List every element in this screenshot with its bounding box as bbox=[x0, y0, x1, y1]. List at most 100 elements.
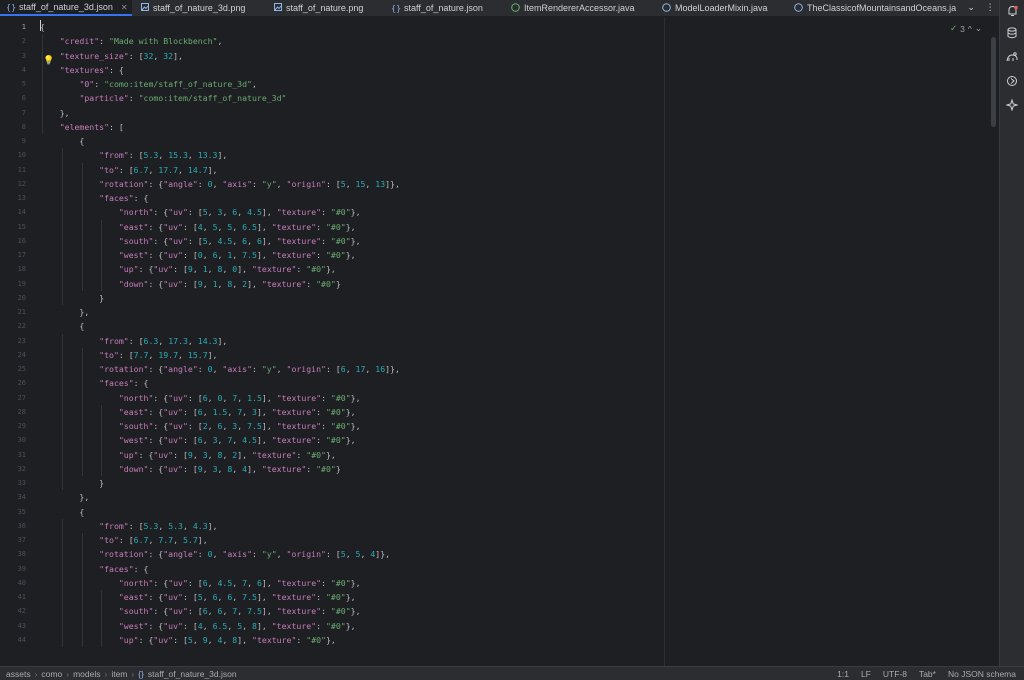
json-key: "textures" bbox=[59, 64, 110, 75]
code-line: { bbox=[40, 134, 84, 148]
code-punctuation: , bbox=[232, 463, 243, 474]
code-punctuation: : { bbox=[148, 221, 164, 232]
code-punctuation: : bbox=[296, 264, 307, 275]
code-line: "north": {"uv": [6, 4.5, 7, 6], "texture… bbox=[40, 576, 361, 590]
code-punctuation bbox=[40, 207, 119, 217]
editor-tab-bar: {} staff_of_nature_3d.json ✕ staff_of_na… bbox=[0, 0, 1000, 17]
code-punctuation: , bbox=[232, 592, 243, 602]
breadcrumb-item-models[interactable]: models bbox=[73, 669, 100, 679]
line-ending[interactable]: LF bbox=[861, 669, 871, 679]
ai-assistant-icon[interactable] bbox=[1005, 98, 1019, 112]
json-string: "#0" bbox=[330, 235, 351, 246]
code-line: "faces": { bbox=[40, 562, 148, 576]
code-punctuation: , bbox=[207, 392, 218, 403]
file-encoding[interactable]: UTF-8 bbox=[883, 669, 907, 679]
tab-staff-of-nature-json[interactable]: {} staff_of_nature.json bbox=[391, 0, 483, 16]
json-number: 7.5 bbox=[247, 606, 262, 617]
code-punctuation: ], bbox=[256, 250, 272, 260]
json-key: "north" bbox=[118, 392, 154, 403]
code-punctuation: : [ bbox=[118, 535, 134, 545]
chevron-down-icon[interactable]: ⌄ bbox=[967, 3, 975, 13]
json-number: 4.5 bbox=[217, 577, 233, 588]
code-punctuation: , bbox=[148, 164, 159, 175]
indent-setting[interactable]: Tab* bbox=[919, 669, 936, 679]
code-punctuation: ], bbox=[207, 164, 218, 175]
code-punctuation: : [ bbox=[173, 264, 188, 275]
inspection-widget[interactable]: ✓ 3 ^ ⌄ bbox=[950, 23, 982, 34]
json-key: "rotation" bbox=[99, 549, 149, 560]
chevron-up-icon[interactable]: ^ bbox=[968, 24, 972, 34]
tab-staff-of-nature-png[interactable]: staff_of_nature.png bbox=[273, 0, 363, 16]
code-punctuation: : { bbox=[133, 378, 149, 389]
json-number: 1.5 bbox=[247, 392, 262, 403]
tab-label: TheClassicofMountainsandOceans.ja bbox=[807, 3, 957, 13]
tab-staff-of-nature-3d-png[interactable]: staff_of_nature_3d.png bbox=[140, 0, 245, 16]
json-schema-selector[interactable]: No JSON schema bbox=[948, 669, 1016, 679]
json-key: "particle" bbox=[79, 93, 129, 104]
gradle-icon[interactable] bbox=[1005, 50, 1019, 64]
line-number: 26 bbox=[17, 379, 26, 388]
code-punctuation: }, bbox=[345, 406, 356, 417]
code-line: "rotation": {"angle": 0, "axis": "y", "o… bbox=[40, 362, 400, 376]
caret-position[interactable]: 1:1 bbox=[837, 669, 849, 679]
code-punctuation bbox=[40, 122, 60, 132]
tab-model-loader-mixin[interactable]: ModelLoaderMixin.java bbox=[662, 0, 768, 16]
tab-label: staff_of_nature.png bbox=[286, 3, 364, 13]
code-punctuation bbox=[40, 450, 119, 460]
code-punctuation: : { bbox=[153, 577, 169, 588]
code-line: "faces": { bbox=[40, 191, 148, 205]
lightbulb-icon[interactable]: 💡 bbox=[43, 56, 54, 66]
code-punctuation: : bbox=[316, 250, 326, 260]
json-number: 17 bbox=[355, 364, 366, 374]
json-number: 13 bbox=[375, 178, 386, 189]
json-key: "uv" bbox=[168, 235, 188, 246]
more-vertical-icon[interactable]: ⋮ bbox=[986, 3, 995, 13]
code-punctuation: : [ bbox=[182, 250, 198, 260]
tab-item-renderer-accessor[interactable]: ItemRendererAccessor.java bbox=[511, 0, 635, 16]
notifications-icon[interactable] bbox=[1005, 4, 1019, 18]
code-punctuation: , bbox=[365, 364, 376, 374]
code-punctuation bbox=[40, 564, 99, 574]
vertical-scrollbar[interactable] bbox=[991, 37, 996, 127]
line-number: 43 bbox=[17, 621, 26, 630]
services-icon[interactable] bbox=[1005, 74, 1019, 88]
line-number: 20 bbox=[17, 293, 26, 302]
code-line: } bbox=[40, 476, 104, 490]
breadcrumb-item-item[interactable]: item bbox=[111, 669, 127, 679]
database-icon[interactable] bbox=[1005, 26, 1019, 40]
code-punctuation: ], bbox=[256, 406, 272, 417]
json-key: "angle" bbox=[163, 178, 198, 189]
code-punctuation: : bbox=[306, 278, 317, 289]
code-punctuation: : [ bbox=[173, 634, 188, 645]
json-key: "texture" bbox=[276, 235, 322, 246]
code-punctuation: ]}, bbox=[385, 364, 400, 374]
breadcrumb-item-assets[interactable]: assets bbox=[6, 669, 31, 679]
json-key: "uv" bbox=[163, 463, 183, 474]
chevron-right-icon: › bbox=[131, 669, 135, 679]
json-string: "y" bbox=[261, 178, 277, 189]
tab-classic-of-mountains[interactable]: TheClassicofMountainsandOceans.ja bbox=[794, 0, 956, 16]
line-number: 30 bbox=[17, 436, 26, 445]
code-area[interactable]: { "credit": "Made with Blockbench", "tex… bbox=[40, 17, 999, 666]
code-punctuation: , bbox=[232, 221, 243, 232]
tab-label: staff_of_nature.json bbox=[404, 3, 483, 13]
breadcrumb-item-como[interactable]: como bbox=[41, 669, 62, 679]
code-punctuation: , bbox=[192, 634, 203, 645]
json-number: 5.3 bbox=[168, 520, 183, 531]
code-line: "0": "como:item/staff_of_nature_3d", bbox=[40, 77, 256, 91]
code-punctuation: , bbox=[182, 520, 193, 531]
java-class-icon bbox=[511, 2, 520, 14]
json-string: "#0" bbox=[316, 278, 336, 289]
json-string: "#0" bbox=[330, 577, 351, 588]
tab-staff-of-nature-3d-json[interactable]: {} staff_of_nature_3d.json ✕ bbox=[0, 0, 132, 16]
breadcrumb-item-file[interactable]: staff_of_nature_3d.json bbox=[148, 669, 237, 679]
line-number: 39 bbox=[17, 564, 26, 573]
code-punctuation: ], bbox=[261, 421, 277, 431]
chevron-down-icon[interactable]: ⌄ bbox=[975, 23, 982, 34]
code-editor[interactable]: 1 2 3 4 5 6 7 8 9 10 11 12 13 14 15 16 17 18 19 20 21 22 23 24 2… bbox=[0, 17, 999, 666]
json-key: "faces" bbox=[99, 193, 134, 203]
close-icon[interactable]: ✕ bbox=[121, 3, 128, 12]
code-punctuation: : [ bbox=[118, 349, 134, 360]
code-punctuation: , bbox=[187, 335, 198, 346]
json-key: "uv" bbox=[168, 392, 188, 403]
